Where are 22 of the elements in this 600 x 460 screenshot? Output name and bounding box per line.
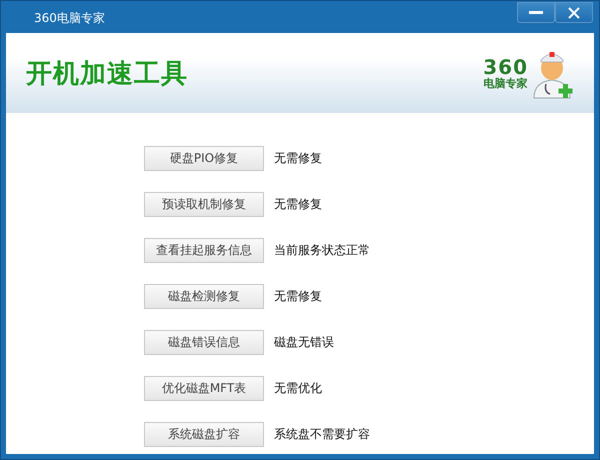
status-text: 无需优化 (274, 380, 322, 397)
logo-name: 电脑专家 (484, 76, 528, 90)
close-button[interactable] (555, 2, 593, 23)
action-button[interactable]: 预读取机制修复 (144, 192, 264, 217)
status-text: 磁盘无错误 (274, 334, 334, 351)
window-title: 360电脑专家 (34, 10, 106, 27)
minimize-button[interactable] (517, 2, 555, 23)
action-button[interactable]: 硬盘PIO修复 (144, 146, 264, 171)
action-button[interactable]: 优化磁盘MFT表 (144, 376, 264, 401)
action-button[interactable]: 磁盘检测修复 (144, 284, 264, 309)
logo-number: 360 (483, 56, 528, 76)
close-icon (568, 6, 580, 18)
action-button[interactable]: 磁盘错误信息 (144, 330, 264, 355)
status-text: 当前服务状态正常 (274, 242, 370, 259)
action-button[interactable]: 查看挂起服务信息 (144, 238, 264, 263)
status-text: 无需修复 (274, 150, 322, 167)
status-text: 无需修复 (274, 288, 322, 305)
minimize-icon (529, 10, 543, 14)
action-button[interactable]: 系统磁盘扩容 (144, 422, 264, 447)
status-text: 无需修复 (274, 196, 322, 213)
status-text: 系统盘不需要扩容 (274, 426, 370, 443)
page-heading: 开机加速工具 (26, 58, 188, 90)
